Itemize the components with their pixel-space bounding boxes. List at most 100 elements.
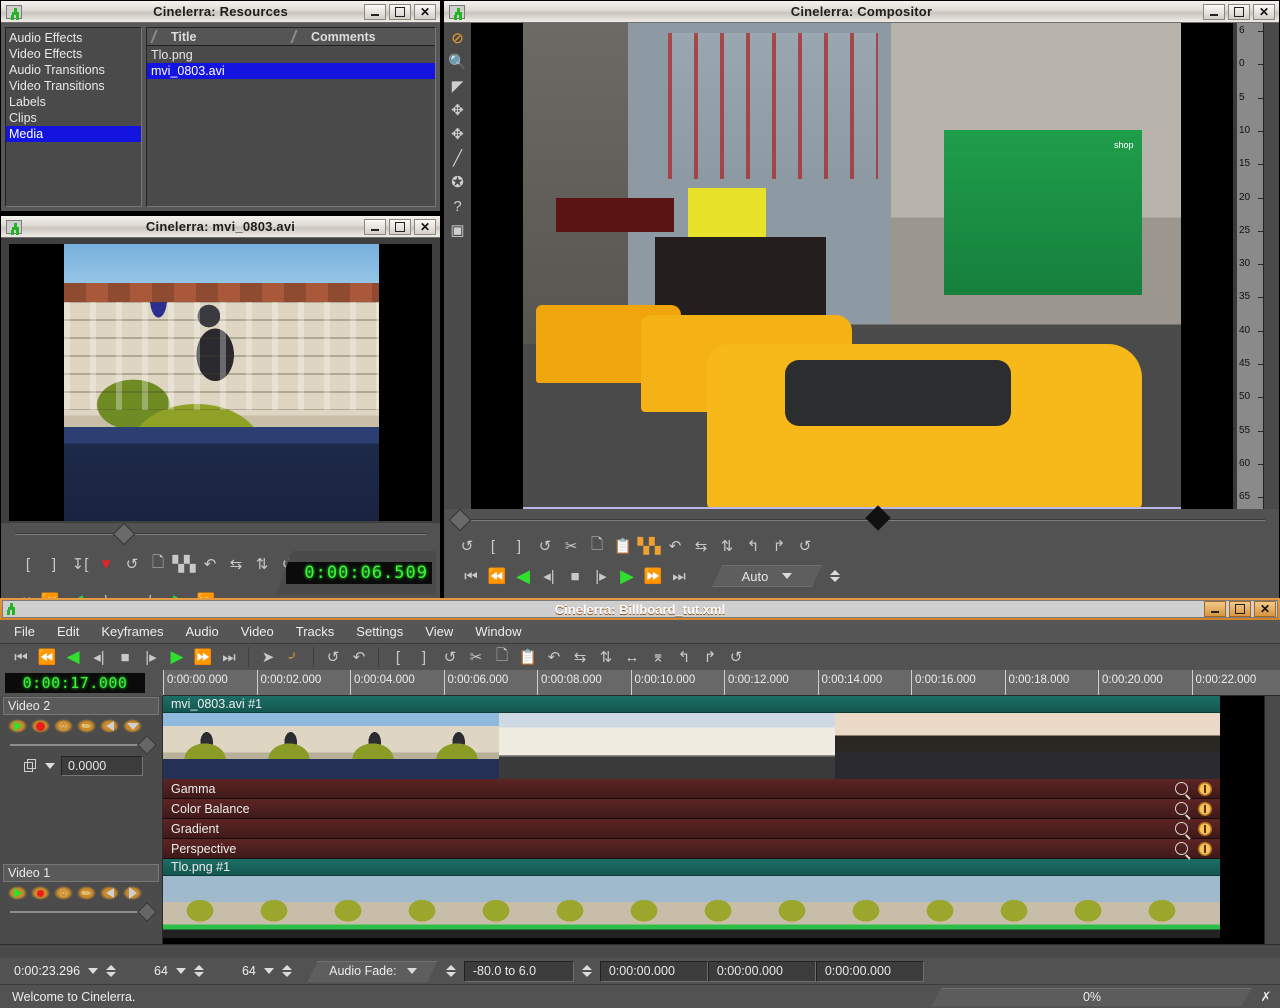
filmstrip-frame[interactable] — [459, 876, 533, 938]
in-out-icon[interactable]: ↺ — [320, 644, 346, 670]
filmstrip-frame[interactable] — [919, 713, 1003, 779]
category-clips[interactable]: Clips — [6, 110, 141, 126]
zoom-x-stepper[interactable] — [186, 965, 212, 977]
filmstrip-frame[interactable] — [415, 713, 499, 779]
arrow-select-icon[interactable]: ➤ — [255, 644, 281, 670]
label-icon[interactable]: ⌆ — [645, 644, 671, 670]
compositor-slider-handle[interactable] — [449, 509, 472, 532]
menu-tracks[interactable]: Tracks — [296, 624, 335, 639]
filmstrip-frame[interactable] — [1003, 713, 1087, 779]
resources-titlebar[interactable]: Cinelerra: Resources ✕ — [1, 1, 440, 23]
fade-range-value[interactable]: -80.0 to 6.0 — [464, 961, 574, 982]
safe-regions-icon[interactable]: ▣ — [447, 219, 469, 241]
chevron-down-icon[interactable] — [45, 763, 55, 769]
copy-icon[interactable]: 🗋 — [145, 551, 171, 577]
redo-icon[interactable]: ⇅ — [249, 551, 275, 577]
filmstrip-frame[interactable] — [311, 876, 385, 938]
set-inpoint-icon[interactable]: ↺ — [792, 533, 818, 559]
zoom-stepper[interactable] — [822, 570, 848, 582]
menu-audio[interactable]: Audio — [186, 624, 219, 639]
category-video-transitions[interactable]: Video Transitions — [6, 78, 141, 94]
menu-settings[interactable]: Settings — [356, 624, 403, 639]
filmstrip-frame[interactable] — [163, 713, 247, 779]
out-point-icon[interactable]: ] — [506, 533, 532, 559]
projector-icon[interactable]: ✥ — [447, 123, 469, 145]
i-beam-icon[interactable]: ⌏ — [281, 644, 307, 670]
filmstrip-frame[interactable] — [1125, 876, 1199, 938]
filmstrip-frame[interactable] — [977, 876, 1051, 938]
mask-icon[interactable]: ◤ — [447, 75, 469, 97]
viewer-video-canvas[interactable] — [1, 238, 440, 523]
maximize-button[interactable] — [389, 219, 411, 235]
cut-icon[interactable]: ✂ — [463, 644, 489, 670]
minimize-button[interactable] — [364, 4, 386, 20]
track-record-toggle-icon[interactable] — [31, 719, 50, 733]
overwrite-icon[interactable]: ▼ — [93, 551, 119, 577]
zoom-y-value[interactable]: 64 — [212, 964, 264, 978]
rewind-start-icon[interactable]: ⏮ — [8, 644, 34, 670]
to-clip-icon[interactable]: ↶ — [541, 644, 567, 670]
camera-icon[interactable]: ✥ — [447, 99, 469, 121]
filmstrip-frame[interactable] — [247, 713, 331, 779]
eyedropper-icon[interactable]: ✪ — [447, 171, 469, 193]
reverse-play-icon[interactable]: ◀ — [60, 644, 86, 670]
protect-icon[interactable]: ⊘ — [447, 27, 469, 49]
track-title-video1[interactable]: Video 1 — [3, 864, 159, 882]
fade-stepper[interactable] — [438, 965, 464, 977]
maximize-button[interactable] — [1228, 4, 1250, 20]
track-record-toggle-icon[interactable] — [31, 886, 50, 900]
filmstrip-frame[interactable] — [1199, 876, 1220, 938]
range-stepper[interactable] — [574, 965, 600, 977]
menu-edit[interactable]: Edit — [57, 624, 79, 639]
fast-forward-icon[interactable]: ⏩ — [190, 644, 216, 670]
chevron-down-icon[interactable] — [88, 968, 98, 974]
undo-edit-icon[interactable]: ⇆ — [567, 644, 593, 670]
filmstrip-frame[interactable] — [667, 713, 751, 779]
resources-category-list[interactable]: Audio Effects Video Effects Audio Transi… — [5, 27, 142, 207]
filmstrip-frame[interactable] — [751, 713, 835, 779]
bulb-icon[interactable] — [1198, 822, 1212, 836]
chevron-down-icon[interactable] — [264, 968, 274, 974]
track-draw-icon[interactable]: ✎ — [77, 886, 96, 900]
fast-reverse-icon[interactable]: ⏪ — [34, 644, 60, 670]
filmstrip-frame[interactable] — [835, 713, 919, 779]
keyframe-diamond-icon[interactable] — [865, 505, 890, 530]
viewer-timecode-display[interactable]: 0:00:06.509 — [276, 551, 436, 595]
out-point-icon[interactable]: ] — [41, 551, 67, 577]
time-field-a[interactable]: 0:00:00.000 — [600, 961, 708, 982]
fast-forward-icon[interactable]: ⏩ — [640, 563, 666, 589]
redo-icon[interactable]: ↱ — [697, 644, 723, 670]
splice-icon[interactable]: ↧[ — [67, 551, 93, 577]
bulb-icon[interactable] — [1198, 802, 1212, 816]
track-fader-value[interactable]: 0.0000 — [61, 756, 143, 776]
effect-row-gradient[interactable]: Gradient — [163, 819, 1220, 839]
frame-reverse-icon[interactable]: ◂| — [86, 644, 112, 670]
viewer-position-slider[interactable] — [1, 523, 440, 545]
track-expand-icon[interactable] — [123, 719, 142, 733]
track-expand-icon[interactable] — [123, 886, 142, 900]
close-button[interactable]: ✕ — [1253, 4, 1275, 20]
asset-row-tlo[interactable]: Tlo.png — [147, 47, 435, 63]
magnify-icon[interactable] — [1175, 822, 1188, 835]
menu-video[interactable]: Video — [241, 624, 274, 639]
effect-row-color-balance[interactable]: Color Balance — [163, 799, 1220, 819]
paste-icon[interactable]: ↶ — [197, 551, 223, 577]
zoom-y-stepper[interactable] — [274, 965, 300, 977]
splice-icon[interactable]: ↺ — [437, 644, 463, 670]
filmstrip-frame[interactable] — [583, 713, 667, 779]
to-clip-icon[interactable]: ↺ — [119, 551, 145, 577]
filmstrip-frame[interactable] — [533, 876, 607, 938]
out-point-icon[interactable]: ] — [411, 644, 437, 670]
track-fader-video2[interactable] — [6, 737, 156, 753]
overwrite-icon[interactable]: ↶ — [662, 533, 688, 559]
compositor-titlebar[interactable]: Cinelerra: Compositor ✕ — [444, 1, 1279, 23]
stop-icon[interactable]: ■ — [112, 644, 138, 670]
filmstrip-frame[interactable] — [607, 876, 681, 938]
filmstrip-frame[interactable] — [163, 876, 237, 938]
overlay-mode-icon[interactable] — [24, 759, 39, 773]
zoom-mode-dropdown[interactable]: Auto — [712, 565, 822, 587]
track-play-toggle-icon[interactable] — [8, 719, 27, 733]
main-titlebar[interactable]: Cinelerra: Billboard_tut.xml ✕ — [0, 598, 1280, 620]
minimize-button[interactable] — [364, 219, 386, 235]
redo-icon[interactable]: ↱ — [766, 533, 792, 559]
